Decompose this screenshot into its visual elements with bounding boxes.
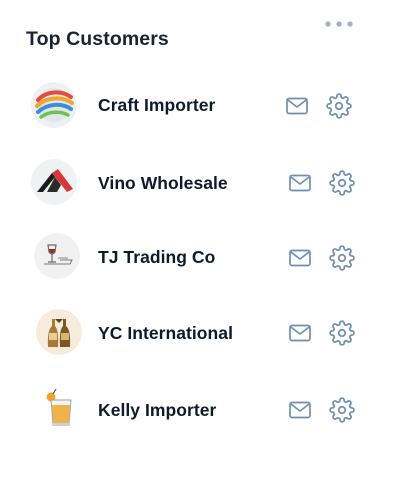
mail-icon [289, 401, 311, 419]
gear-icon [326, 93, 352, 119]
roof-house-logo [31, 159, 77, 205]
mail-button[interactable] [287, 245, 313, 271]
mail-button[interactable] [287, 397, 313, 423]
customer-logo-kelly-importer [39, 385, 79, 431]
top-customers-card: Top Customers Craft Importer Vino Wholes… [0, 0, 408, 477]
mail-button[interactable] [287, 320, 313, 346]
customer-row[interactable]: Craft Importer [0, 77, 408, 133]
customer-row[interactable]: Vino Wholesale [0, 155, 408, 211]
settings-button[interactable] [329, 320, 355, 346]
drink-glass-logo [46, 388, 72, 426]
mail-icon [289, 174, 311, 192]
settings-button[interactable] [329, 245, 355, 271]
more-options-button[interactable] [323, 15, 357, 33]
customer-row[interactable]: YC International [0, 306, 408, 362]
globe-swirl-logo [31, 82, 77, 128]
mail-button[interactable] [287, 170, 313, 196]
customer-row[interactable]: TJ Trading Co [0, 230, 408, 286]
settings-button[interactable] [326, 93, 352, 119]
customer-name[interactable]: Craft Importer [98, 95, 215, 116]
more-horizontal-icon [325, 21, 353, 27]
gear-icon [329, 170, 355, 196]
customer-logo-vino-wholesale [31, 159, 77, 205]
wine-glass-sketch-logo [34, 233, 80, 279]
customer-row[interactable]: Kelly Importer [0, 382, 408, 438]
mail-button[interactable] [284, 93, 310, 119]
gear-icon [329, 320, 355, 346]
settings-button[interactable] [329, 397, 355, 423]
settings-button[interactable] [329, 170, 355, 196]
customer-name[interactable]: Kelly Importer [98, 400, 216, 421]
gear-icon [329, 397, 355, 423]
customer-name[interactable]: YC International [98, 323, 233, 344]
customer-name[interactable]: TJ Trading Co [98, 247, 215, 268]
gear-icon [329, 245, 355, 271]
customer-logo-craft-importer [31, 82, 77, 128]
customer-name[interactable]: Vino Wholesale [98, 173, 228, 194]
card-title: Top Customers [26, 28, 169, 50]
mail-icon [289, 324, 311, 342]
customer-logo-tj-trading-co [34, 233, 80, 279]
customer-logo-yc-international [36, 309, 82, 355]
bottles-logo [36, 309, 82, 355]
mail-icon [289, 249, 311, 267]
mail-icon [286, 97, 308, 115]
